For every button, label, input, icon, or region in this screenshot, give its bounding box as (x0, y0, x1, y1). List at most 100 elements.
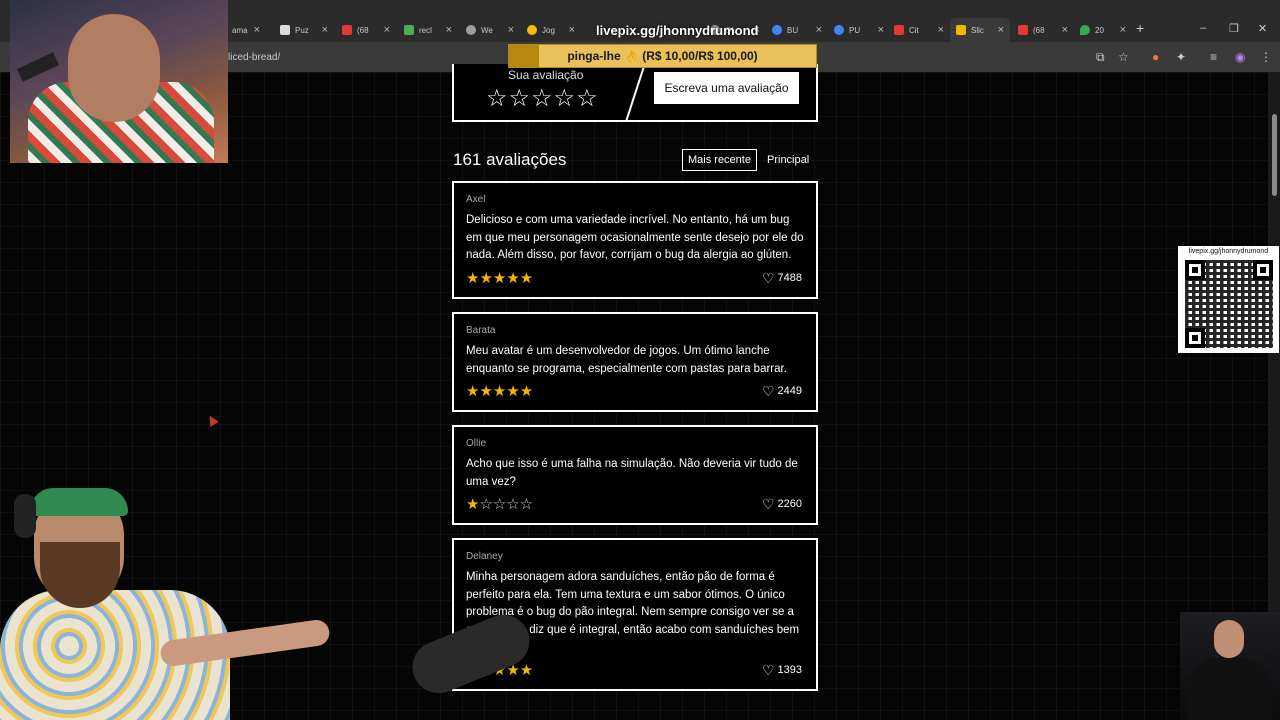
tab-close-icon[interactable]: × (1062, 24, 1068, 36)
minimize-button[interactable]: – (1200, 22, 1206, 34)
tab-close-icon[interactable]: × (446, 24, 452, 36)
tab-close-icon[interactable]: × (998, 24, 1004, 36)
like-count: 2449 (777, 385, 802, 397)
qr-finder (1185, 260, 1205, 280)
headphones-icon (14, 494, 36, 538)
divider (621, 64, 649, 120)
tab-close-icon[interactable]: × (508, 24, 514, 36)
webcam-person-body (1188, 658, 1272, 720)
sort-recent-button[interactable]: Mais recente (682, 149, 757, 171)
tab-label: recl (419, 25, 432, 35)
tab-close-icon[interactable]: × (1120, 24, 1126, 36)
reading-list-icon[interactable]: ≡ (1210, 50, 1217, 64)
tab-label: (68 (357, 25, 369, 35)
browser-tab[interactable]: ama × (226, 18, 266, 42)
browser-tab[interactable]: 20 × (1074, 18, 1132, 42)
like-count: 2260 (777, 498, 802, 510)
write-review-button[interactable]: Escreva uma avaliação (654, 72, 799, 104)
sort-top-button[interactable]: Principal (767, 149, 809, 171)
tab-favicon-icon (956, 25, 966, 35)
tab-close-icon[interactable]: × (322, 24, 328, 36)
review-stars: ★★★★★ (466, 382, 533, 400)
review-stars: ★★★★★ (466, 269, 533, 287)
webcam-person-head (1214, 620, 1244, 658)
heart-icon: ♡ (761, 383, 775, 399)
star-empty-icon: ☆☆☆☆ (479, 496, 534, 513)
review-card: Axel Delicioso e com uma variedade incrí… (452, 181, 818, 299)
tab-label: ama (232, 25, 248, 35)
qr-code-overlay: livepix.gg/jhonnydrumond (1178, 246, 1279, 353)
webcam-overlay-top (10, 0, 228, 163)
tab-favicon-icon (527, 25, 537, 35)
extension-icon[interactable]: ● (1152, 50, 1159, 64)
tab-label: Slic (971, 25, 984, 35)
review-text: Meu avatar é um desenvolvedor de jogos. … (466, 345, 787, 375)
stream-overlay-title: livepix.gg/jhonnydrumond (596, 23, 759, 38)
tab-label: (68 (1033, 25, 1045, 35)
browser-tab[interactable]: Puz × (274, 18, 334, 42)
star-filled-icon: ★★★★★ (466, 383, 534, 400)
heart-icon: ♡ (761, 496, 775, 512)
bookmark-star-icon[interactable]: ☆ (1118, 50, 1129, 64)
close-window-button[interactable]: ✕ (1258, 22, 1267, 35)
browser-tab[interactable]: BU × (766, 18, 828, 42)
tab-close-icon[interactable]: × (569, 24, 575, 36)
new-tab-button[interactable]: + (1136, 20, 1144, 36)
star-filled-icon: ★ (466, 496, 480, 513)
translate-icon[interactable]: ⧉ (1096, 50, 1105, 65)
webcam-person-bandana (30, 488, 128, 516)
tab-close-icon[interactable]: × (816, 24, 822, 36)
menu-kebab-icon[interactable]: ⋮ (1260, 50, 1272, 64)
browser-tab[interactable]: recl × (398, 18, 458, 42)
like-button[interactable]: ♡ 7488 (762, 271, 802, 285)
review-author: Axel (466, 194, 486, 205)
tab-label: Cit (909, 25, 919, 35)
tab-favicon-icon (834, 25, 844, 35)
like-button[interactable]: ♡ 1393 (762, 663, 802, 677)
tab-close-icon[interactable]: × (878, 24, 884, 36)
tab-close-icon[interactable]: × (938, 24, 944, 36)
heart-icon: ♡ (761, 270, 775, 286)
url-text[interactable]: liced-bread/ (228, 52, 280, 63)
review-author: Delaney (466, 551, 503, 562)
reviews-count: 161 avaliações (453, 150, 567, 169)
tab-label: Puz (295, 25, 309, 35)
browser-tab[interactable]: Cit × (888, 18, 950, 42)
tab-label: 20 (1095, 25, 1104, 35)
tab-favicon-icon (280, 25, 290, 35)
scrollbar-thumb[interactable] (1272, 114, 1277, 196)
tab-favicon-icon (404, 25, 414, 35)
browser-tab[interactable]: (68 × (1012, 18, 1074, 42)
tab-close-icon[interactable]: × (384, 24, 390, 36)
your-rating-label: Sua avaliação (508, 68, 584, 82)
like-button[interactable]: ♡ 2449 (762, 384, 802, 398)
extensions-puzzle-icon[interactable]: ✦ (1176, 50, 1186, 64)
review-card: Ollie Acho que isso é uma falha na simul… (452, 425, 818, 525)
tab-label: Jog (542, 25, 555, 35)
donation-banner-text: pinga-lhe 👌 (R$ 10,00/R$ 100,00) (567, 49, 758, 63)
tab-close-icon[interactable]: × (254, 24, 260, 36)
restore-button[interactable]: ❐ (1229, 22, 1239, 35)
browser-tab[interactable]: PU × (828, 18, 890, 42)
rating-star-input[interactable]: ☆☆☆☆☆ (486, 84, 599, 113)
tab-favicon-icon (894, 25, 904, 35)
review-text: Acho que isso é uma falha na simulação. … (466, 458, 798, 488)
qr-finder (1185, 328, 1205, 348)
tab-label: PU (849, 25, 861, 35)
qr-caption: livepix.gg/jhonnydrumond (1188, 248, 1269, 255)
profile-avatar-icon[interactable]: ◉ (1235, 50, 1245, 64)
qr-finder (1253, 260, 1273, 280)
browser-tab[interactable]: We × (460, 18, 520, 42)
tab-favicon-icon (1080, 25, 1090, 35)
browser-tab[interactable]: (68 × (336, 18, 396, 42)
review-text: Delicioso e com uma variedade incrível. … (466, 214, 804, 261)
review-author: Ollie (466, 438, 487, 449)
heart-icon: ♡ (761, 662, 775, 678)
tab-label: We (481, 25, 493, 35)
review-stars: ★☆☆☆☆ (466, 495, 533, 513)
like-button[interactable]: ♡ 2260 (762, 497, 802, 511)
browser-tab-active[interactable]: Slic × (950, 18, 1010, 42)
like-count: 1393 (777, 664, 802, 676)
browser-tab[interactable]: Jog × (521, 18, 581, 42)
review-card: Barata Meu avatar é um desenvolvedor de … (452, 312, 818, 412)
